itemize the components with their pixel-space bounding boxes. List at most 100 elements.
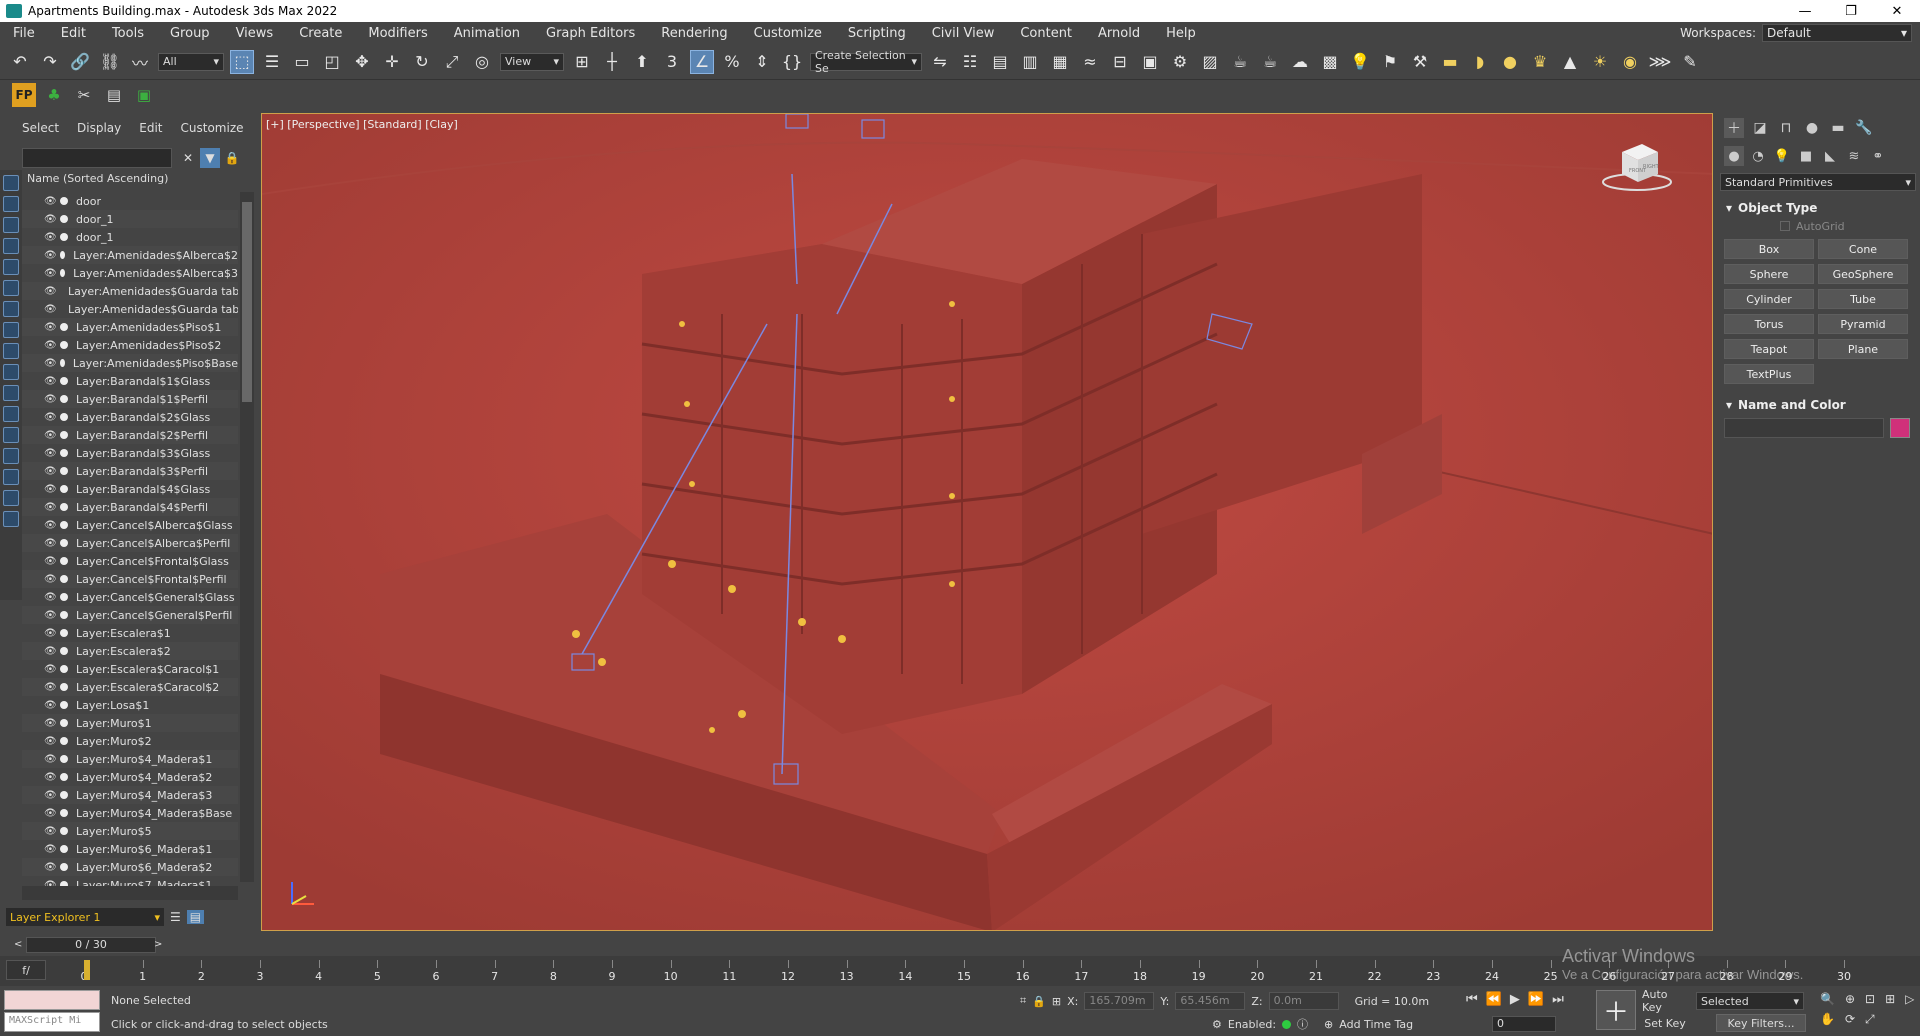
freeze-toggle-icon[interactable] xyxy=(60,845,68,853)
eye-icon[interactable]: 👁 xyxy=(44,610,57,621)
autogrid-checkbox[interactable]: AutoGrid xyxy=(1720,217,1916,235)
link-icon[interactable]: 🔗 xyxy=(68,50,92,74)
freeze-toggle-icon[interactable] xyxy=(60,863,68,871)
freeze-toggle-icon[interactable] xyxy=(60,215,68,223)
freeze-toggle-icon[interactable] xyxy=(60,701,68,709)
torus-button[interactable]: Torus xyxy=(1724,314,1814,334)
z-coordinate-field[interactable]: 0.0m xyxy=(1268,992,1339,1010)
list-item[interactable]: 👁 Layer:Muro$6_Madera$1 xyxy=(22,840,238,858)
freeze-toggle-icon[interactable] xyxy=(60,719,68,727)
eye-icon[interactable]: 👁 xyxy=(44,484,57,495)
list-item[interactable]: 👁 Layer:Barandal$3$Perfil xyxy=(22,462,238,480)
undo-icon[interactable]: ↶ xyxy=(8,50,32,74)
sphere-light-icon[interactable]: ● xyxy=(1498,50,1522,74)
window-crossing-icon[interactable]: ◰ xyxy=(320,50,344,74)
freeze-toggle-icon[interactable] xyxy=(60,449,68,457)
maximize-viewport-icon[interactable]: ⤢ xyxy=(1865,1012,1875,1027)
display-frozen-icon[interactable] xyxy=(3,385,19,401)
render-frame-icon[interactable]: ▩ xyxy=(1318,50,1342,74)
toggle-explorer-icon[interactable]: ▤ xyxy=(186,910,205,924)
list-item[interactable]: 👁 Layer:Amenidades$Piso$Base xyxy=(22,354,238,372)
freeze-toggle-icon[interactable] xyxy=(60,827,68,835)
eye-icon[interactable]: 👁 xyxy=(44,232,57,243)
angle-snap-icon[interactable]: ∠ xyxy=(690,49,714,74)
eye-icon[interactable]: 👁 xyxy=(44,664,57,675)
list-item[interactable]: 👁 door xyxy=(22,192,238,210)
manipulate-icon[interactable]: ┼ xyxy=(600,50,624,74)
eye-icon[interactable]: 👁 xyxy=(44,754,57,765)
freeze-toggle-icon[interactable] xyxy=(60,575,68,583)
zoom-extents-all-icon[interactable]: ⊞ xyxy=(1885,992,1895,1006)
eye-icon[interactable]: 👁 xyxy=(44,412,57,423)
freeze-toggle-icon[interactable] xyxy=(60,737,68,745)
column-header-name[interactable]: Name (Sorted Ascending) xyxy=(22,172,254,188)
name-color-header[interactable]: ▾ Name and Color xyxy=(1720,396,1916,414)
x-coordinate-field[interactable]: 165.709m xyxy=(1084,992,1155,1010)
select-move-icon[interactable]: ✥ xyxy=(350,50,374,74)
list-item[interactable]: 👁 Layer:Muro$5 xyxy=(22,822,238,840)
spot-light-icon[interactable]: ▲ xyxy=(1558,50,1582,74)
geometry-category-icon[interactable]: ● xyxy=(1724,146,1744,166)
hierarchy-tab-icon[interactable]: ⊓ xyxy=(1776,118,1796,138)
list-item[interactable]: 👁 Layer:Muro$6_Madera$2 xyxy=(22,858,238,876)
display-spacewarps-icon[interactable] xyxy=(3,280,19,296)
eye-icon[interactable]: 👁 xyxy=(44,448,57,459)
color-swatch[interactable] xyxy=(1890,418,1910,438)
display-invert-icon[interactable] xyxy=(3,469,19,485)
list-scrollbar[interactable] xyxy=(240,192,254,882)
schematic-view-icon[interactable]: ⊟ xyxy=(1108,50,1132,74)
helpers-category-icon[interactable]: ◣ xyxy=(1820,146,1840,166)
zoom-extents-icon[interactable]: ⊡ xyxy=(1865,992,1875,1006)
scrollbar-thumb[interactable] xyxy=(242,202,252,402)
display-groups-icon[interactable] xyxy=(3,301,19,317)
eye-icon[interactable]: 👁 xyxy=(44,556,57,567)
freeze-toggle-icon[interactable] xyxy=(60,197,68,205)
cone-button[interactable]: Cone xyxy=(1818,239,1908,259)
list-item[interactable]: 👁 Layer:Muro$1 xyxy=(22,714,238,732)
menu-group[interactable]: Group xyxy=(157,26,223,41)
list-item[interactable]: 👁 Layer:Muro$4_Madera$3 xyxy=(22,786,238,804)
menu-help[interactable]: Help xyxy=(1153,26,1209,41)
freeze-toggle-icon[interactable] xyxy=(60,683,68,691)
menu-file[interactable]: File xyxy=(0,26,48,41)
percent-snap-icon[interactable]: % xyxy=(720,50,744,74)
go-to-start-icon[interactable]: ⏮ xyxy=(1466,992,1478,1007)
zoom-all-icon[interactable]: ⊕ xyxy=(1845,992,1855,1006)
freeze-toggle-icon[interactable] xyxy=(60,341,68,349)
cylinder-button[interactable]: Cylinder xyxy=(1724,289,1814,309)
freeze-toggle-icon[interactable] xyxy=(60,809,68,817)
time-tag-icon[interactable]: ⊕ xyxy=(1324,1018,1333,1031)
sun-light-icon[interactable]: ☀ xyxy=(1588,50,1612,74)
align-icon[interactable]: ☷ xyxy=(958,50,982,74)
list-item[interactable]: 👁 Layer:Muro$7_Madera$1 xyxy=(22,876,238,886)
object-type-header[interactable]: ▾ Object Type xyxy=(1720,199,1916,217)
list-item[interactable]: 👁 door_1 xyxy=(22,210,238,228)
eye-icon[interactable]: 👁 xyxy=(44,538,57,549)
teapot-button[interactable]: Teapot xyxy=(1724,339,1814,359)
freeze-toggle-icon[interactable] xyxy=(60,431,68,439)
freeze-toggle-icon[interactable] xyxy=(60,413,68,421)
list-item[interactable]: 👁 Layer:Barandal$4$Glass xyxy=(22,480,238,498)
maximize-button[interactable]: ❐ xyxy=(1828,4,1874,19)
list-item[interactable]: 👁 Layer:Barandal$2$Perfil xyxy=(22,426,238,444)
curve-editor-icon[interactable]: ≈ xyxy=(1078,50,1102,74)
menu-scripting[interactable]: Scripting xyxy=(835,26,919,41)
list-item[interactable]: 👁 Layer:Escalera$Caracol$1 xyxy=(22,660,238,678)
freeze-toggle-icon[interactable] xyxy=(60,377,68,385)
box-button[interactable]: Box xyxy=(1724,239,1814,259)
freeze-toggle-icon[interactable] xyxy=(60,665,68,673)
eye-icon[interactable]: 👁 xyxy=(44,376,57,387)
toggle-scene-explorer-icon[interactable]: ▤ xyxy=(988,50,1012,74)
freeze-toggle-icon[interactable] xyxy=(60,251,66,259)
list-item[interactable]: 👁 Layer:Amenidades$Guarda tablas xyxy=(22,282,238,300)
tube-button[interactable]: Tube xyxy=(1818,289,1908,309)
selection-filter-dropdown[interactable]: All ▾ xyxy=(158,52,224,71)
list-icon[interactable]: ▤ xyxy=(102,83,126,107)
eye-icon[interactable]: 👁 xyxy=(44,358,57,369)
freeze-toggle-icon[interactable] xyxy=(60,557,68,565)
quad-light-icon[interactable]: ▬ xyxy=(1438,50,1462,74)
scale-icon[interactable]: ⤢ xyxy=(440,50,464,74)
list-item[interactable]: 👁 Layer:Muro$4_Madera$1 xyxy=(22,750,238,768)
utilities-tab-icon[interactable]: 🔧 xyxy=(1854,118,1874,138)
search-input[interactable] xyxy=(22,148,172,168)
